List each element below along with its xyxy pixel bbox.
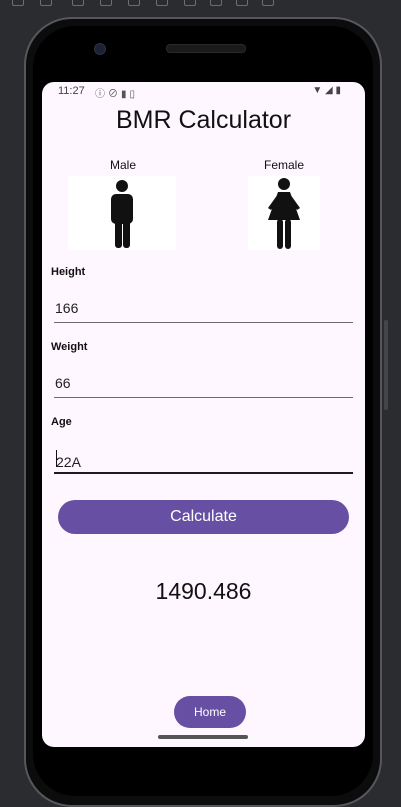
- earpiece-speaker: [166, 44, 246, 53]
- status-notification-icons: ⓘ⊘▮▯: [95, 85, 138, 100]
- shield-icon: ⊘: [108, 89, 121, 100]
- age-label: Age: [51, 416, 72, 428]
- toolbar-icon[interactable]: [100, 0, 112, 6]
- emulator-toolbar: [0, 0, 401, 14]
- toolbar-icon[interactable]: [12, 0, 24, 6]
- cell-signal-icon: ◢: [325, 85, 333, 96]
- female-label: Female: [263, 158, 304, 172]
- age-value-wrap: 22A: [55, 450, 81, 470]
- female-option[interactable]: [248, 176, 320, 250]
- male-label: Male: [109, 158, 136, 172]
- page-title: BMR Calculator: [115, 106, 292, 134]
- toolbar-icon[interactable]: [128, 0, 140, 6]
- weight-value: 66: [55, 375, 71, 391]
- status-system-icons: ▼ ◢ ▮: [312, 85, 341, 96]
- info-icon: ⓘ: [95, 89, 108, 100]
- height-label: Height: [51, 266, 86, 278]
- male-icon: [111, 180, 133, 248]
- age-input[interactable]: 22A: [54, 446, 353, 474]
- gesture-nav-handle[interactable]: [158, 735, 248, 739]
- status-time: 11:27: [58, 85, 85, 97]
- status-bar: 11:27 ⓘ⊘▮▯ ▼ ◢ ▮: [42, 82, 365, 102]
- toolbar-icon[interactable]: [262, 0, 274, 6]
- sd-card-icon: ▯: [129, 89, 139, 100]
- battery-icon: ▮: [335, 85, 341, 96]
- toolbar-icon[interactable]: [236, 0, 248, 6]
- home-button[interactable]: Home: [174, 696, 246, 728]
- side-button: [384, 320, 388, 410]
- toolbar-icon[interactable]: [156, 0, 168, 6]
- front-camera: [94, 43, 106, 55]
- female-icon: [268, 178, 300, 249]
- age-value: 22A: [56, 454, 81, 470]
- calculate-button[interactable]: Calculate: [58, 500, 349, 534]
- height-input[interactable]: 166: [54, 296, 353, 323]
- bmr-result: 1490.486: [155, 578, 252, 604]
- toolbar-icon[interactable]: [184, 0, 196, 6]
- weight-label: Weight: [51, 341, 88, 353]
- toolbar-icon[interactable]: [210, 0, 222, 6]
- male-option[interactable]: [68, 176, 176, 250]
- weight-input[interactable]: 66: [54, 371, 353, 398]
- toolbar-icon[interactable]: [72, 0, 84, 6]
- height-value: 166: [55, 300, 79, 316]
- wifi-icon: ▼: [312, 85, 323, 96]
- storage-icon: ▮: [121, 89, 130, 100]
- toolbar-icon[interactable]: [40, 0, 52, 6]
- app-screen: 11:27 ⓘ⊘▮▯ ▼ ◢ ▮ BMR Calculator Male Fem…: [42, 82, 365, 747]
